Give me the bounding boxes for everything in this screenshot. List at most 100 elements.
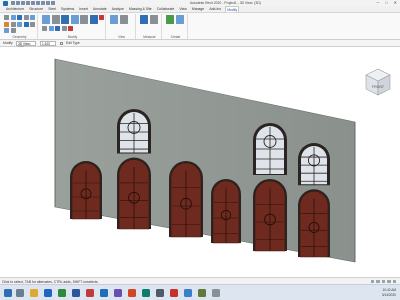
selection-filter-icon[interactable]	[381, 279, 385, 283]
create-parts-icon[interactable]	[175, 15, 184, 24]
ribbon-group-label: Create	[170, 34, 181, 39]
tab-steel[interactable]: Steel	[47, 7, 57, 12]
wall-joins-icon[interactable]	[17, 21, 22, 27]
window-title: Autodesk Revit 2020 - Project1 - 3D View…	[190, 0, 261, 5]
viewcube[interactable]: FRONT	[358, 63, 398, 103]
system-tray[interactable]: 10:42 AM 3/14/2020	[382, 288, 396, 297]
mirror-icon[interactable]	[61, 15, 69, 24]
tab-structure[interactable]: Structure	[28, 7, 44, 12]
tab-add-ins[interactable]: Add-Ins	[208, 7, 222, 12]
revit-taskbar-icon[interactable]	[100, 289, 108, 297]
worksets-icon[interactable]	[370, 279, 374, 283]
undo-icon[interactable]	[26, 1, 30, 5]
browser-icon[interactable]	[44, 289, 52, 297]
offset-icon[interactable]	[51, 15, 60, 24]
copy-element-icon[interactable]	[80, 15, 88, 24]
edit-type-label[interactable]: Edit Type	[66, 41, 80, 45]
modify-label: Modify	[3, 41, 13, 46]
tag-icon[interactable]	[46, 1, 50, 5]
maximize-button[interactable]: □	[385, 0, 387, 5]
trim-icon[interactable]	[99, 15, 104, 20]
tab-collaborate[interactable]: Collaborate	[156, 7, 175, 12]
create-assembly-icon[interactable]	[166, 15, 174, 24]
modify-tools	[42, 15, 107, 31]
rotate-icon[interactable]	[89, 15, 98, 24]
tab-analyze[interactable]: Analyze	[111, 7, 125, 12]
move-icon[interactable]	[70, 15, 79, 24]
mail-icon[interactable]	[184, 289, 192, 297]
copy-icon[interactable]	[23, 15, 29, 20]
redo-icon[interactable]	[31, 1, 35, 5]
ribbon-group-measure: Measure	[138, 14, 162, 39]
scale-field[interactable]: 1:100	[40, 41, 56, 46]
sync-icon[interactable]	[21, 1, 25, 5]
hide-in-view-icon[interactable]	[110, 15, 118, 24]
tab-architecture[interactable]: Architecture	[5, 7, 25, 12]
tab-manage[interactable]: Manage	[191, 7, 205, 12]
measure-icon[interactable]	[41, 1, 45, 5]
type-properties-icon[interactable]	[4, 28, 9, 33]
start-icon[interactable]	[4, 289, 12, 297]
dimension-icon[interactable]	[149, 15, 158, 24]
word-icon[interactable]	[72, 289, 80, 297]
geometry-tools	[4, 15, 39, 33]
ribbon-group-create: Create	[164, 14, 188, 39]
split-icon[interactable]	[42, 25, 47, 31]
3d-view-canvas[interactable]: FRONT	[0, 47, 400, 277]
measure-distance-icon[interactable]	[140, 15, 148, 24]
paint-icon[interactable]	[4, 21, 9, 27]
wall-elevation-scene[interactable]	[0, 47, 400, 277]
pin-icon[interactable]	[61, 25, 67, 31]
clock-time: 10:42 AM	[382, 288, 396, 292]
pdf-icon[interactable]	[86, 289, 94, 297]
status-tools	[370, 279, 396, 283]
search-icon[interactable]	[16, 289, 24, 297]
array-icon[interactable]	[48, 25, 54, 31]
measure-tools	[140, 15, 163, 24]
file-explorer-icon[interactable]	[30, 289, 38, 297]
ribbon-group-label: Measure	[143, 34, 156, 39]
match-icon[interactable]	[30, 15, 35, 20]
clipboard-icon[interactable]	[10, 28, 16, 33]
chat-icon[interactable]	[142, 289, 150, 297]
ribbon-group-modify: Modify	[40, 14, 106, 39]
join-icon[interactable]	[10, 15, 16, 20]
tab-view[interactable]: View	[178, 7, 187, 12]
clock-date: 3/14/2020	[381, 292, 396, 297]
open-icon[interactable]	[11, 1, 15, 5]
ribbon-panel: Geometry Modify View Measure Create	[0, 13, 400, 40]
revit-app-icon[interactable]	[3, 0, 8, 6]
demolish-icon[interactable]	[23, 21, 29, 27]
override-graphics-icon[interactable]	[119, 15, 128, 24]
paste-icon[interactable]	[17, 15, 22, 20]
close-button[interactable]: ✕	[394, 0, 397, 5]
3d-view-icon[interactable]	[51, 1, 55, 5]
tab-systems[interactable]: Systems	[60, 7, 75, 12]
print-icon[interactable]	[36, 1, 40, 5]
properties-icon[interactable]	[30, 21, 35, 27]
ribbon-group-label: Modify	[67, 34, 78, 39]
design-options-icon[interactable]	[376, 279, 380, 283]
tab-massing-site[interactable]: Massing & Site	[128, 7, 153, 12]
tab-modify[interactable]: Modify	[225, 6, 240, 12]
delete-icon[interactable]	[68, 25, 73, 31]
settings-icon[interactable]	[156, 289, 164, 297]
save-icon[interactable]	[16, 1, 20, 5]
maps-icon[interactable]	[198, 289, 206, 297]
powerpoint-icon[interactable]	[128, 289, 136, 297]
view-selector[interactable]: 3D View: {3D}	[16, 41, 36, 50]
excel-icon[interactable]	[58, 289, 66, 297]
scale-icon[interactable]	[55, 25, 60, 31]
filter-icon[interactable]	[392, 279, 396, 283]
minimize-button[interactable]: ─	[376, 0, 379, 5]
media-icon[interactable]	[170, 289, 178, 297]
app-icon[interactable]	[114, 289, 122, 297]
tab-insert[interactable]: Insert	[78, 7, 88, 12]
align-icon[interactable]	[42, 15, 50, 24]
select-links-icon[interactable]	[387, 279, 391, 283]
tab-annotate[interactable]: Annotate	[92, 7, 108, 12]
cut-icon[interactable]	[4, 15, 9, 20]
split-face-icon[interactable]	[10, 21, 16, 27]
option-checkbox[interactable]	[60, 41, 64, 45]
store-icon[interactable]	[212, 289, 220, 297]
